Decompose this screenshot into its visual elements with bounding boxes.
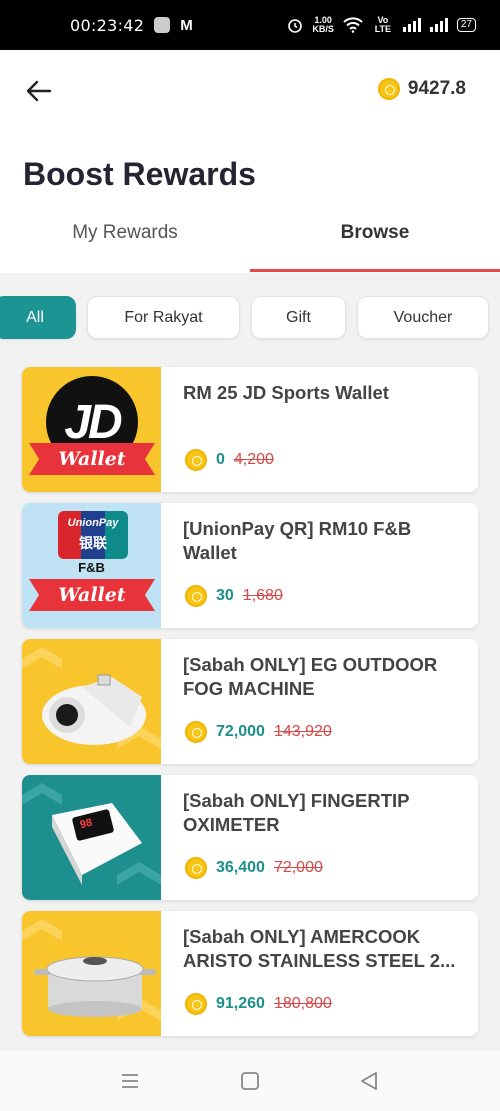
reward-price: 0 4,200 [185, 449, 274, 471]
home-square-icon[interactable] [239, 1070, 261, 1092]
reward-thumbnail-oximeter: 98 [22, 775, 161, 900]
coin-icon [185, 993, 207, 1015]
filter-all[interactable]: All [0, 296, 76, 339]
oximeter-image [22, 783, 161, 885]
coin-icon [185, 449, 207, 471]
wallet-banner: Wallet [29, 579, 155, 611]
pot-image [22, 919, 161, 1021]
reward-price: 91,260 180,800 [185, 993, 332, 1015]
page-title: Boost Rewards [23, 156, 256, 192]
arrow-left-icon[interactable] [24, 77, 52, 105]
wallet-banner: Wallet [29, 443, 155, 475]
price-original: 4,200 [233, 451, 274, 468]
tab-my-rewards[interactable]: My Rewards [0, 222, 250, 244]
signal-icon [402, 18, 421, 32]
filter-for-rakyat[interactable]: For Rakyat [87, 296, 240, 339]
reward-price: 72,000 143,920 [185, 721, 332, 743]
reward-card[interactable]: UnionPay 银联 F&B Wallet [UnionPay QR] RM1… [22, 503, 478, 628]
price-original: 1,680 [242, 587, 283, 604]
reward-name: [UnionPay QR] RM10 F&B Wallet [183, 518, 412, 563]
reward-price: 36,400 72,000 [185, 857, 323, 879]
filter-voucher[interactable]: Voucher [357, 296, 489, 339]
coin-icon [185, 857, 207, 879]
back-triangle-icon[interactable] [358, 1070, 380, 1092]
price-original: 143,920 [273, 723, 332, 740]
coin-icon [185, 721, 207, 743]
app-notification-icon [154, 17, 171, 33]
gmail-icon: M [180, 16, 193, 34]
reward-card[interactable]: 98 [Sabah ONLY] FINGERTIP OXIMETER 36,40… [22, 775, 478, 900]
menu-icon[interactable] [119, 1070, 141, 1092]
reward-thumbnail-unionpay: UnionPay 银联 F&B Wallet [22, 503, 161, 628]
coin-balance-value: 9427.8 [407, 78, 466, 99]
price-current: 30 [216, 587, 234, 604]
price-current: 72,000 [216, 723, 265, 740]
system-nav-bar [0, 1049, 500, 1111]
reward-card[interactable]: [Sabah ONLY] EG OUTDOOR FOG MACHINE 72,0… [22, 639, 478, 764]
filter-gift[interactable]: Gift [251, 296, 346, 339]
category-filters: All For Rakyat Gift Voucher [0, 296, 500, 340]
active-tab-indicator [250, 269, 500, 272]
reward-thumbnail-jd: JD Wallet [22, 367, 161, 492]
coin-icon [185, 585, 207, 607]
signal-2-icon [429, 18, 448, 32]
reward-name: [Sabah ONLY] AMERCOOK ARISTO STAINLESS S… [183, 926, 456, 971]
price-original: 180,800 [273, 995, 332, 1012]
reward-price: 30 1,680 [185, 585, 283, 607]
volte-label: Vo LTE [374, 15, 392, 34]
reward-thumbnail-pot [22, 911, 161, 1036]
status-bar: 00:23:42 M 1.00 KB/S Vo LTE 27 [0, 0, 500, 50]
tab-browse[interactable]: Browse [250, 222, 500, 244]
fog-machine-image [22, 647, 161, 749]
net-speed: 1.00 KB/S [312, 15, 334, 34]
reward-thumbnail-fog-machine [22, 639, 161, 764]
reward-name: [Sabah ONLY] FINGERTIP OXIMETER [183, 790, 410, 835]
reward-name: [Sabah ONLY] EG OUTDOOR FOG MACHINE [183, 654, 438, 699]
status-time: 00:23:42 [70, 15, 145, 35]
reward-card[interactable]: [Sabah ONLY] AMERCOOK ARISTO STAINLESS S… [22, 911, 478, 1036]
alarm-icon [288, 19, 303, 33]
reward-card[interactable]: JD Wallet RM 25 JD Sports Wallet 0 4,200 [22, 367, 478, 492]
wifi-icon [343, 17, 363, 33]
price-original: 72,000 [273, 859, 323, 876]
price-current: 36,400 [216, 859, 265, 876]
battery-icon: 27 [456, 18, 476, 32]
coin-balance: 9427.8 [377, 78, 466, 100]
unionpay-logo: UnionPay 银联 [58, 511, 128, 559]
fnb-label: F&B [78, 560, 105, 575]
page-header: 9427.8 Boost Rewards My Rewards Browse [0, 50, 500, 273]
price-current: 91,260 [216, 995, 265, 1012]
price-current: 0 [216, 451, 225, 468]
reward-name: RM 25 JD Sports Wallet [183, 382, 389, 403]
coin-icon [377, 78, 400, 100]
